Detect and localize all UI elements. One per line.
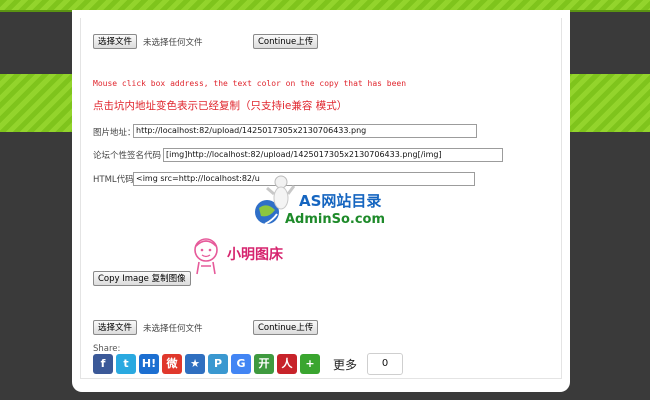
kaixin-icon[interactable]: 开 [254, 354, 274, 374]
html-code-label: HTML代码 [93, 175, 134, 185]
copy-notice-english: Mouse click box address, the text color … [93, 79, 407, 88]
more-share-label[interactable]: 更多 [333, 356, 357, 373]
pinterest-icon[interactable]: P [208, 354, 228, 374]
content-frame: 选择文件 未选择任何文件 Continue上传 Mouse click box … [80, 18, 562, 379]
continue-upload-button-top[interactable]: Continue上传 [253, 34, 319, 49]
more-plus-icon[interactable]: + [300, 354, 320, 374]
renren-icon[interactable]: 人 [277, 354, 297, 374]
share-count: 0 [367, 353, 403, 375]
weibo-icon[interactable]: 微 [162, 354, 182, 374]
watermark-url: AdminSo.com [285, 212, 386, 227]
image-url-label: 图片地址： [93, 128, 136, 138]
image-url-field[interactable]: http://localhost:82/upload/1425017305x21… [133, 124, 477, 138]
favorite-star-icon[interactable]: ★ [185, 354, 205, 374]
choose-file-button-top[interactable]: 选择文件 [93, 34, 138, 49]
watermark-stamp: 小明图床 [227, 247, 283, 263]
share-label: Share: [93, 344, 121, 354]
copy-image-button[interactable]: Copy Image 复制图像 [93, 271, 191, 286]
header-stripe [0, 0, 650, 10]
facebook-icon[interactable]: f [93, 354, 113, 374]
choose-file-button-bottom[interactable]: 选择文件 [93, 320, 138, 335]
html-code-field[interactable]: <img src=http://localhost:82/u [133, 172, 475, 186]
cartoon-girl-icon [194, 238, 218, 275]
watermark-brand: AS网站目录 [299, 192, 382, 210]
google-icon[interactable]: G [231, 354, 251, 374]
forum-code-label: 论坛个性签名代码 [93, 151, 162, 161]
main-panel: 选择文件 未选择任何文件 Continue上传 Mouse click box … [72, 10, 570, 392]
hatena-icon[interactable]: H! [139, 354, 159, 374]
forum-code-field[interactable]: [img]http://localhost:82/upload/14250173… [163, 148, 503, 162]
continue-upload-button-bottom[interactable]: Continue上传 [253, 320, 319, 335]
twitter-icon[interactable]: t [116, 354, 136, 374]
no-file-chosen-text-bottom: 未选择任何文件 [143, 324, 203, 334]
no-file-chosen-text-top: 未选择任何文件 [143, 38, 203, 48]
copy-notice-chinese: 点击坑内地址变色表示已经复制（只支持ie兼容 模式） [93, 100, 348, 112]
